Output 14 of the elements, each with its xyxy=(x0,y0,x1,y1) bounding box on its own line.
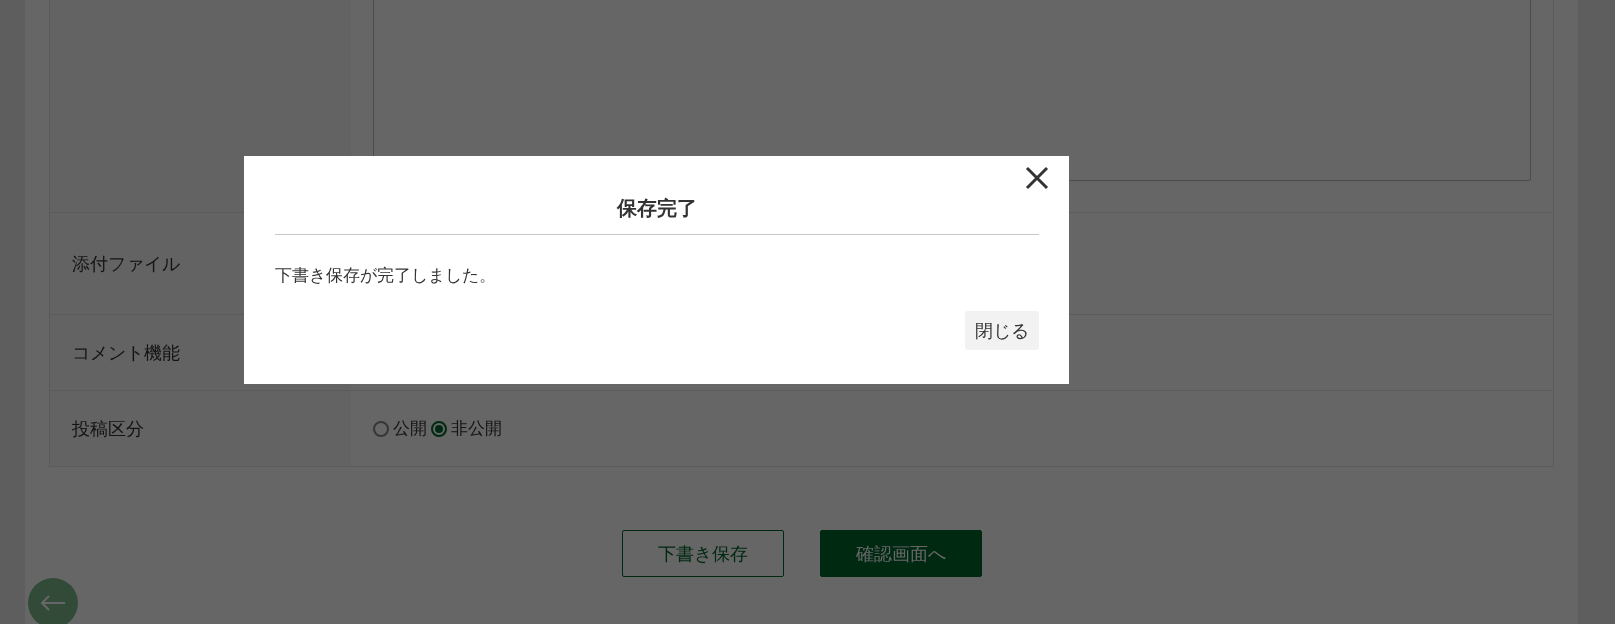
modal-message: 下書き保存が完了しました。 xyxy=(275,264,497,287)
radio-option[interactable]: 公開 xyxy=(373,415,427,442)
confirm-button[interactable]: 確認画面へ xyxy=(819,530,982,577)
arrow-left-icon xyxy=(40,595,66,611)
radio-option[interactable]: 非公開 xyxy=(431,415,502,442)
field-label: 投稿区分 xyxy=(72,417,144,441)
close-icon xyxy=(1025,166,1049,190)
close-text-button[interactable]: 閉じる xyxy=(965,310,1039,350)
save-draft-button[interactable]: 下書き保存 xyxy=(621,530,784,577)
modal-title: 保存完了 xyxy=(275,196,1039,235)
field-label: コメント機能 xyxy=(72,341,180,365)
textarea-field[interactable] xyxy=(373,0,1531,181)
field-label: 添付ファイル xyxy=(72,252,180,276)
close-button[interactable] xyxy=(1025,166,1049,190)
